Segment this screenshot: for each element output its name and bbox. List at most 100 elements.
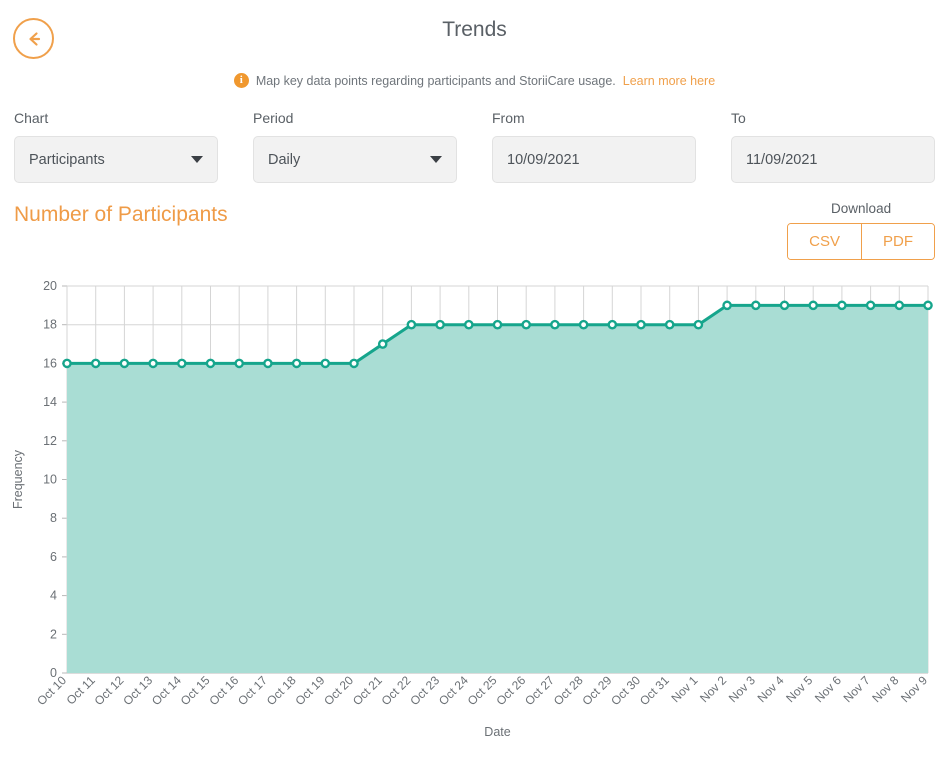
chart-data-point[interactable] bbox=[808, 300, 819, 311]
download-label: Download bbox=[831, 201, 892, 216]
chart-data-point[interactable] bbox=[176, 358, 187, 369]
x-axis-tick-label: Nov 2 bbox=[697, 673, 729, 705]
x-axis-tick-label: Oct 24 bbox=[436, 673, 471, 708]
x-axis-tick-label: Oct 19 bbox=[293, 673, 328, 708]
y-axis-tick-label: 8 bbox=[50, 511, 57, 525]
y-axis-tick-label: 4 bbox=[50, 589, 57, 603]
chart-data-point[interactable] bbox=[406, 319, 417, 330]
x-axis-tick-label: Oct 21 bbox=[350, 673, 385, 708]
x-axis-tick-label: Oct 13 bbox=[120, 673, 155, 708]
x-axis-tick-label: Oct 17 bbox=[235, 673, 270, 708]
svg-text:Nov 9: Nov 9 bbox=[898, 673, 930, 705]
chart-select[interactable]: Participants bbox=[14, 136, 218, 183]
chart-data-point[interactable] bbox=[263, 358, 273, 369]
chart-data-point[interactable] bbox=[751, 300, 761, 311]
info-banner: i Map key data points regarding particip… bbox=[0, 73, 949, 88]
page-header: Trends bbox=[0, 0, 949, 66]
y-axis-tick-label: 6 bbox=[50, 550, 57, 564]
chart-data-point[interactable] bbox=[291, 358, 302, 369]
chart-area-fill bbox=[67, 305, 928, 673]
chart-svg: 02468101214161820Oct 10Oct 11Oct 12Oct 1… bbox=[11, 279, 933, 739]
svg-text:Oct 15: Oct 15 bbox=[178, 673, 213, 708]
download-block: Download CSV PDF bbox=[787, 201, 935, 260]
svg-text:Oct 13: Oct 13 bbox=[120, 673, 155, 708]
x-axis-tick-label: Nov 7 bbox=[841, 673, 873, 705]
chart-data-point[interactable] bbox=[693, 319, 704, 330]
x-axis-tick-label: Oct 31 bbox=[637, 673, 672, 708]
svg-text:Oct 26: Oct 26 bbox=[493, 673, 528, 708]
chart-data-point[interactable] bbox=[923, 300, 933, 311]
svg-text:Oct 30: Oct 30 bbox=[608, 673, 643, 708]
filter-group-chart: Chart Participants bbox=[14, 110, 218, 183]
chart-data-point[interactable] bbox=[90, 358, 101, 369]
from-date-value: 10/09/2021 bbox=[507, 151, 580, 168]
download-csv-button[interactable]: CSV bbox=[788, 224, 861, 259]
period-select[interactable]: Daily bbox=[253, 136, 457, 183]
svg-text:Oct 14: Oct 14 bbox=[149, 673, 184, 708]
chart-title: Number of Participants bbox=[14, 203, 228, 226]
x-axis-tick-label: Oct 22 bbox=[379, 673, 414, 708]
x-axis-tick-label: Oct 20 bbox=[321, 673, 356, 708]
chart-data-point[interactable] bbox=[205, 358, 216, 369]
y-axis-tick-label: 16 bbox=[43, 356, 57, 370]
chart-data-point[interactable] bbox=[607, 319, 618, 330]
chart-data-point[interactable] bbox=[837, 300, 847, 311]
info-banner-text: Map key data points regarding participan… bbox=[255, 73, 616, 88]
x-axis-tick-label: Nov 8 bbox=[869, 673, 901, 705]
x-axis-tick-label: Nov 6 bbox=[812, 673, 844, 705]
svg-text:Nov 8: Nov 8 bbox=[869, 673, 901, 705]
svg-text:Oct 16: Oct 16 bbox=[206, 673, 241, 708]
svg-text:Oct 12: Oct 12 bbox=[92, 673, 127, 708]
x-axis-tick-label: Oct 12 bbox=[92, 673, 127, 708]
y-axis-tick-label: 12 bbox=[43, 434, 57, 448]
chart-header-row: Number of Participants Download CSV PDF bbox=[0, 201, 949, 260]
svg-text:Oct 22: Oct 22 bbox=[379, 673, 414, 708]
svg-text:Oct 24: Oct 24 bbox=[436, 673, 471, 708]
download-button-group: CSV PDF bbox=[787, 223, 935, 260]
y-axis-title: Frequency bbox=[11, 449, 25, 509]
learn-more-link[interactable]: Learn more here bbox=[623, 74, 715, 88]
svg-text:Oct 11: Oct 11 bbox=[64, 673, 98, 707]
chart-data-point[interactable] bbox=[320, 358, 331, 369]
x-axis-tick-label: Oct 15 bbox=[178, 673, 213, 708]
chart-data-point[interactable] bbox=[492, 319, 503, 330]
chart-data-point[interactable] bbox=[865, 300, 876, 311]
svg-text:Nov 6: Nov 6 bbox=[812, 673, 844, 705]
svg-text:Oct 19: Oct 19 bbox=[293, 673, 328, 708]
svg-text:Oct 29: Oct 29 bbox=[580, 673, 615, 708]
svg-text:Nov 3: Nov 3 bbox=[726, 673, 758, 705]
period-select-value: Daily bbox=[268, 151, 301, 168]
svg-text:Nov 5: Nov 5 bbox=[783, 673, 815, 705]
x-axis-tick-label: Nov 3 bbox=[726, 673, 758, 705]
y-axis-tick-label: 18 bbox=[43, 318, 57, 332]
chart-data-point[interactable] bbox=[578, 319, 589, 330]
chart-data-point[interactable] bbox=[435, 319, 445, 330]
chart-data-point[interactable] bbox=[234, 358, 244, 369]
chart-data-point[interactable] bbox=[463, 319, 474, 330]
period-filter-label: Period bbox=[253, 110, 294, 126]
filter-group-period: Period Daily bbox=[253, 110, 457, 183]
chart-data-point[interactable] bbox=[521, 319, 532, 330]
chart-data-point[interactable] bbox=[119, 358, 130, 369]
x-axis-tick-label: Oct 28 bbox=[551, 673, 586, 708]
chart-data-point[interactable] bbox=[636, 319, 646, 330]
y-axis-tick-label: 10 bbox=[43, 473, 57, 487]
chart-data-point[interactable] bbox=[349, 358, 359, 369]
svg-text:Oct 20: Oct 20 bbox=[321, 673, 356, 708]
chart-data-point[interactable] bbox=[779, 300, 790, 311]
chart-data-point[interactable] bbox=[62, 358, 72, 369]
chart-data-point[interactable] bbox=[377, 339, 388, 349]
download-pdf-button[interactable]: PDF bbox=[861, 224, 934, 259]
chart-data-point[interactable] bbox=[894, 300, 905, 311]
chart-data-point[interactable] bbox=[148, 358, 158, 369]
x-axis-tick-label: Oct 25 bbox=[465, 673, 500, 708]
from-date-input[interactable]: 10/09/2021 bbox=[492, 136, 696, 183]
chart-data-point[interactable] bbox=[664, 319, 675, 330]
x-axis-tick-label: Oct 18 bbox=[264, 673, 299, 708]
chart-data-point[interactable] bbox=[550, 319, 560, 330]
chart-data-point[interactable] bbox=[722, 300, 732, 311]
to-date-input[interactable]: 11/09/2021 bbox=[731, 136, 935, 183]
x-axis-tick-label: Oct 14 bbox=[149, 673, 184, 708]
svg-text:Oct 23: Oct 23 bbox=[407, 673, 442, 708]
page-title: Trends bbox=[442, 18, 507, 41]
